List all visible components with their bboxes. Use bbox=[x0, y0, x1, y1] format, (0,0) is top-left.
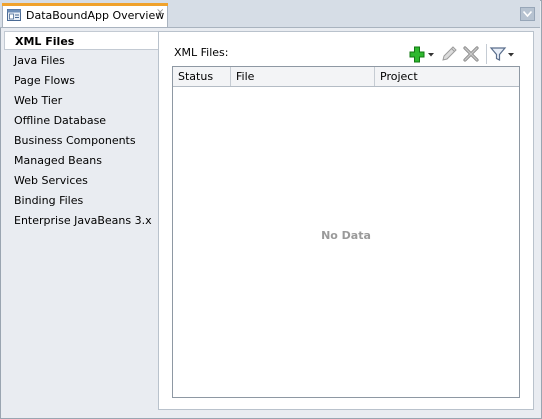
nav-item-label: Java Files bbox=[14, 54, 65, 67]
nav-item-label: Binding Files bbox=[14, 194, 84, 207]
editor-tab-strip: DataBoundApp Overview × bbox=[0, 0, 540, 28]
nav-item-xml-files[interactable]: XML Files bbox=[4, 31, 162, 50]
column-header-status[interactable]: Status bbox=[173, 67, 231, 86]
nav-item-label: XML Files bbox=[15, 35, 75, 48]
empty-table-message: No Data bbox=[321, 229, 371, 242]
filter-icon[interactable] bbox=[489, 44, 507, 64]
column-header-file[interactable]: File bbox=[231, 67, 375, 86]
nav-item-business-components[interactable]: Business Components bbox=[4, 131, 157, 150]
overview-icon bbox=[7, 9, 21, 21]
tab-title: DataBoundApp Overview bbox=[26, 9, 165, 22]
nav-item-java-files[interactable]: Java Files bbox=[4, 51, 157, 70]
nav-item-label: Business Components bbox=[14, 134, 136, 147]
tab-list-menu-button[interactable] bbox=[520, 7, 535, 21]
nav-item-label: Offline Database bbox=[14, 114, 107, 127]
delete-icon[interactable] bbox=[462, 44, 480, 64]
nav-item-web-tier[interactable]: Web Tier bbox=[4, 91, 157, 110]
filter-dropdown-arrow-icon[interactable] bbox=[507, 44, 515, 64]
overview-category-list: XML Files Java Files Page Flows Web Tier… bbox=[4, 31, 162, 415]
add-dropdown-arrow-icon[interactable] bbox=[427, 44, 435, 64]
nav-item-label: Enterprise JavaBeans 3.x bbox=[14, 214, 152, 227]
nav-item-managed-beans[interactable]: Managed Beans bbox=[4, 151, 157, 170]
add-icon[interactable] bbox=[409, 44, 425, 64]
nav-item-label: Web Tier bbox=[14, 94, 63, 107]
nav-item-offline-database[interactable]: Offline Database bbox=[4, 111, 157, 130]
xml-files-table[interactable]: Status File Project No Data bbox=[172, 66, 520, 398]
tab-databoundapp-overview[interactable]: DataBoundApp Overview × bbox=[2, 3, 168, 27]
nav-item-web-services[interactable]: Web Services bbox=[4, 171, 157, 190]
active-tab-indicator bbox=[2, 3, 168, 6]
nav-item-enterprise-javabeans[interactable]: Enterprise JavaBeans 3.x bbox=[4, 211, 157, 230]
table-header: Status File Project bbox=[173, 67, 519, 87]
table-title: XML Files: bbox=[174, 46, 229, 59]
toolbar-separator bbox=[486, 44, 487, 64]
close-icon[interactable]: × bbox=[156, 7, 164, 18]
nav-item-page-flows[interactable]: Page Flows bbox=[4, 71, 157, 90]
nav-item-label: Web Services bbox=[14, 174, 88, 187]
edit-icon[interactable] bbox=[440, 44, 458, 64]
chevron-down-icon bbox=[523, 11, 532, 17]
nav-item-label: Managed Beans bbox=[14, 154, 102, 167]
column-header-project[interactable]: Project bbox=[375, 67, 519, 86]
nav-item-label: Page Flows bbox=[14, 74, 75, 87]
nav-item-binding-files[interactable]: Binding Files bbox=[4, 191, 157, 210]
